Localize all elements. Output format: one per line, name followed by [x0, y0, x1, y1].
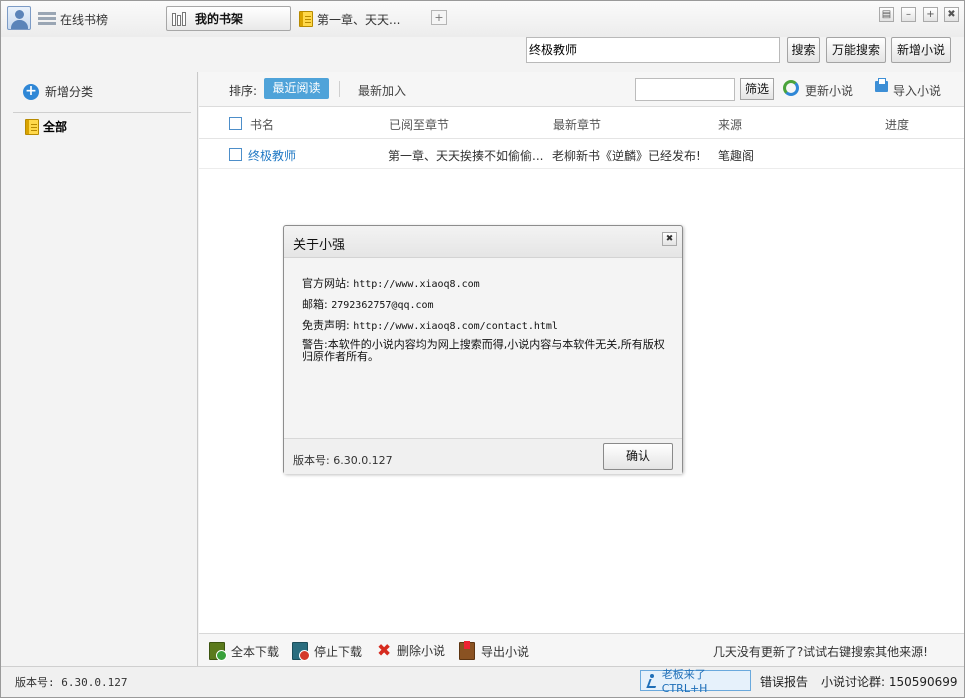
- export-book-icon: [459, 641, 475, 660]
- app-window: 在线书榜 我的书架 第一章、天天... + ▤ – + ✖ 终极教师 搜索 万能…: [0, 0, 965, 698]
- divider: [339, 81, 340, 97]
- refresh-icon[interactable]: [783, 80, 799, 96]
- tab-online-label: 在线书榜: [60, 12, 109, 27]
- sort-added-button[interactable]: 最新加入: [358, 82, 406, 99]
- read-to-chapter: 第一章、天天挨揍不如偷偷...: [388, 149, 544, 163]
- disclaimer-link[interactable]: http://www.xiaoq8.com/contact.html: [353, 321, 558, 332]
- dialog-body: 官方网站: http://www.xiaoq8.com 邮箱: 27923627…: [302, 276, 672, 363]
- import-novels-button[interactable]: 导入小说: [893, 82, 941, 99]
- close-button[interactable]: ✖: [944, 7, 959, 22]
- book-icon: [299, 11, 313, 27]
- select-all-checkbox[interactable]: [229, 117, 242, 130]
- export-novel-button[interactable]: 导出小说: [459, 641, 530, 660]
- delete-novel-button[interactable]: ✖ 删除小说: [377, 642, 445, 659]
- minimize-button[interactable]: –: [901, 7, 916, 22]
- tab-shelf-label: 我的书架: [195, 12, 244, 26]
- filter-button[interactable]: 筛选: [740, 78, 774, 100]
- maximize-button[interactable]: +: [923, 7, 938, 22]
- add-tab-button[interactable]: +: [431, 10, 447, 25]
- add-novel-button[interactable]: 新增小说: [891, 37, 951, 63]
- about-dialog: 关于小强 ✖ 官方网站: http://www.xiaoq8.com 邮箱: 2…: [283, 225, 683, 474]
- tab-my-bookshelf[interactable]: 我的书架: [166, 6, 291, 31]
- menu-icon[interactable]: ▤: [879, 7, 894, 22]
- row-checkbox[interactable]: [229, 148, 242, 161]
- email-value: 2792362757@qq.com: [331, 300, 434, 311]
- table-row[interactable]: 终极教师 第一章、天天挨揍不如偷偷... 老柳新书《逆麟》已经发布! 笔趣阁: [199, 139, 964, 169]
- filter-input[interactable]: [635, 78, 735, 101]
- add-category-button[interactable]: + 新增分类: [23, 83, 93, 100]
- error-report-link[interactable]: 错误报告: [760, 673, 808, 690]
- sidebar: + 新增分类 全部: [1, 72, 198, 666]
- export-novel-label: 导出小说: [481, 644, 530, 659]
- universal-search-button[interactable]: 万能搜索: [826, 37, 886, 63]
- discussion-group-link[interactable]: 小说讨论群: 150590699: [821, 673, 958, 690]
- list-icon: [38, 11, 56, 27]
- boss-key-button[interactable]: 老板来了CTRL+H: [640, 668, 751, 695]
- dialog-close-icon[interactable]: ✖: [662, 232, 677, 246]
- download-icon: [209, 642, 227, 661]
- ok-button[interactable]: 确认: [603, 443, 673, 470]
- column-header-progress[interactable]: 进度: [885, 116, 909, 133]
- table-header: 书名 已阅至章节 最新章节 来源 进度: [199, 108, 964, 139]
- sidebar-item-all[interactable]: 全部: [25, 118, 67, 135]
- tab-online-rankings[interactable]: 在线书榜: [38, 9, 108, 29]
- tab-chapter-reader[interactable]: 第一章、天天...: [299, 9, 400, 29]
- book-icon: [25, 118, 39, 135]
- download-all-label: 全本下载: [231, 644, 280, 659]
- column-header-latest[interactable]: 最新章节: [553, 116, 601, 133]
- latest-chapter: 老柳新书《逆麟》已经发布!: [552, 149, 701, 163]
- column-header-read-to[interactable]: 已阅至章节: [389, 116, 449, 133]
- status-bar: 版本号: 6.30.0.127 老板来了CTRL+H 错误报告 小说讨论群: 1…: [1, 666, 964, 697]
- add-category-label: 新增分类: [45, 85, 94, 99]
- sort-recent-button[interactable]: 最近阅读: [264, 78, 329, 99]
- delete-x-icon: ✖: [377, 640, 392, 661]
- email-label: 邮箱:: [302, 298, 328, 311]
- user-avatar-icon[interactable]: [7, 6, 31, 30]
- source: 笔趣阁: [718, 149, 755, 163]
- column-header-source[interactable]: 来源: [718, 116, 742, 133]
- sidebar-divider: [13, 112, 191, 113]
- warning-text: 警告:本软件的小说内容均为网上搜索而得,小说内容与本软件无关,所有版权归原作者所…: [302, 338, 665, 363]
- sort-toolbar: 排序: 最近阅读 最新加入 筛选 更新小说 导入小说: [199, 72, 964, 107]
- update-novels-button[interactable]: 更新小说: [805, 82, 853, 99]
- stop-icon: [292, 642, 310, 661]
- book-name[interactable]: 终极教师: [248, 147, 368, 164]
- dialog-version: 版本号: 6.30.0.127: [293, 454, 393, 467]
- sidebar-item-label: 全部: [43, 120, 68, 134]
- update-tip: 几天没有更新了?试试右键搜索其他来源!: [712, 645, 928, 659]
- import-icon[interactable]: [875, 78, 888, 92]
- stop-download-label: 停止下载: [314, 644, 363, 659]
- plus-circle-icon: +: [23, 83, 39, 100]
- bottom-toolbar: 全本下载 停止下载 ✖ 删除小说 导出小说 几天没有更新了?试试右键搜索其他来源…: [199, 633, 964, 666]
- search-button[interactable]: 搜索: [787, 37, 820, 63]
- title-bar: 在线书榜 我的书架 第一章、天天... + ▤ – + ✖: [1, 1, 964, 37]
- tab-chapter-label: 第一章、天天...: [317, 12, 401, 27]
- delete-novel-label: 删除小说: [397, 644, 446, 658]
- search-input[interactable]: 终极教师: [526, 37, 780, 63]
- dialog-title: 关于小强: [293, 238, 346, 253]
- dialog-title-bar: 关于小强 ✖: [284, 226, 682, 258]
- boss-key-label: 老板来了CTRL+H: [661, 668, 708, 695]
- download-all-button[interactable]: 全本下载: [209, 642, 280, 661]
- sort-label: 排序:: [229, 84, 258, 98]
- website-link[interactable]: http://www.xiaoq8.com: [353, 279, 479, 290]
- column-header-name[interactable]: 书名: [250, 116, 274, 133]
- website-line: 官方网站: http://www.xiaoq8.com: [302, 276, 672, 297]
- disclaimer-label: 免责声明:: [302, 319, 350, 332]
- stop-download-button[interactable]: 停止下载: [292, 642, 363, 661]
- website-label: 官方网站:: [302, 277, 350, 290]
- email-line: 邮箱: 2792362757@qq.com: [302, 297, 672, 318]
- version-label: 版本号: 6.30.0.127: [15, 676, 128, 689]
- running-man-icon: [645, 673, 659, 688]
- bookshelf-icon: [171, 11, 191, 26]
- disclaimer-line: 免责声明: http://www.xiaoq8.com/contact.html: [302, 318, 672, 339]
